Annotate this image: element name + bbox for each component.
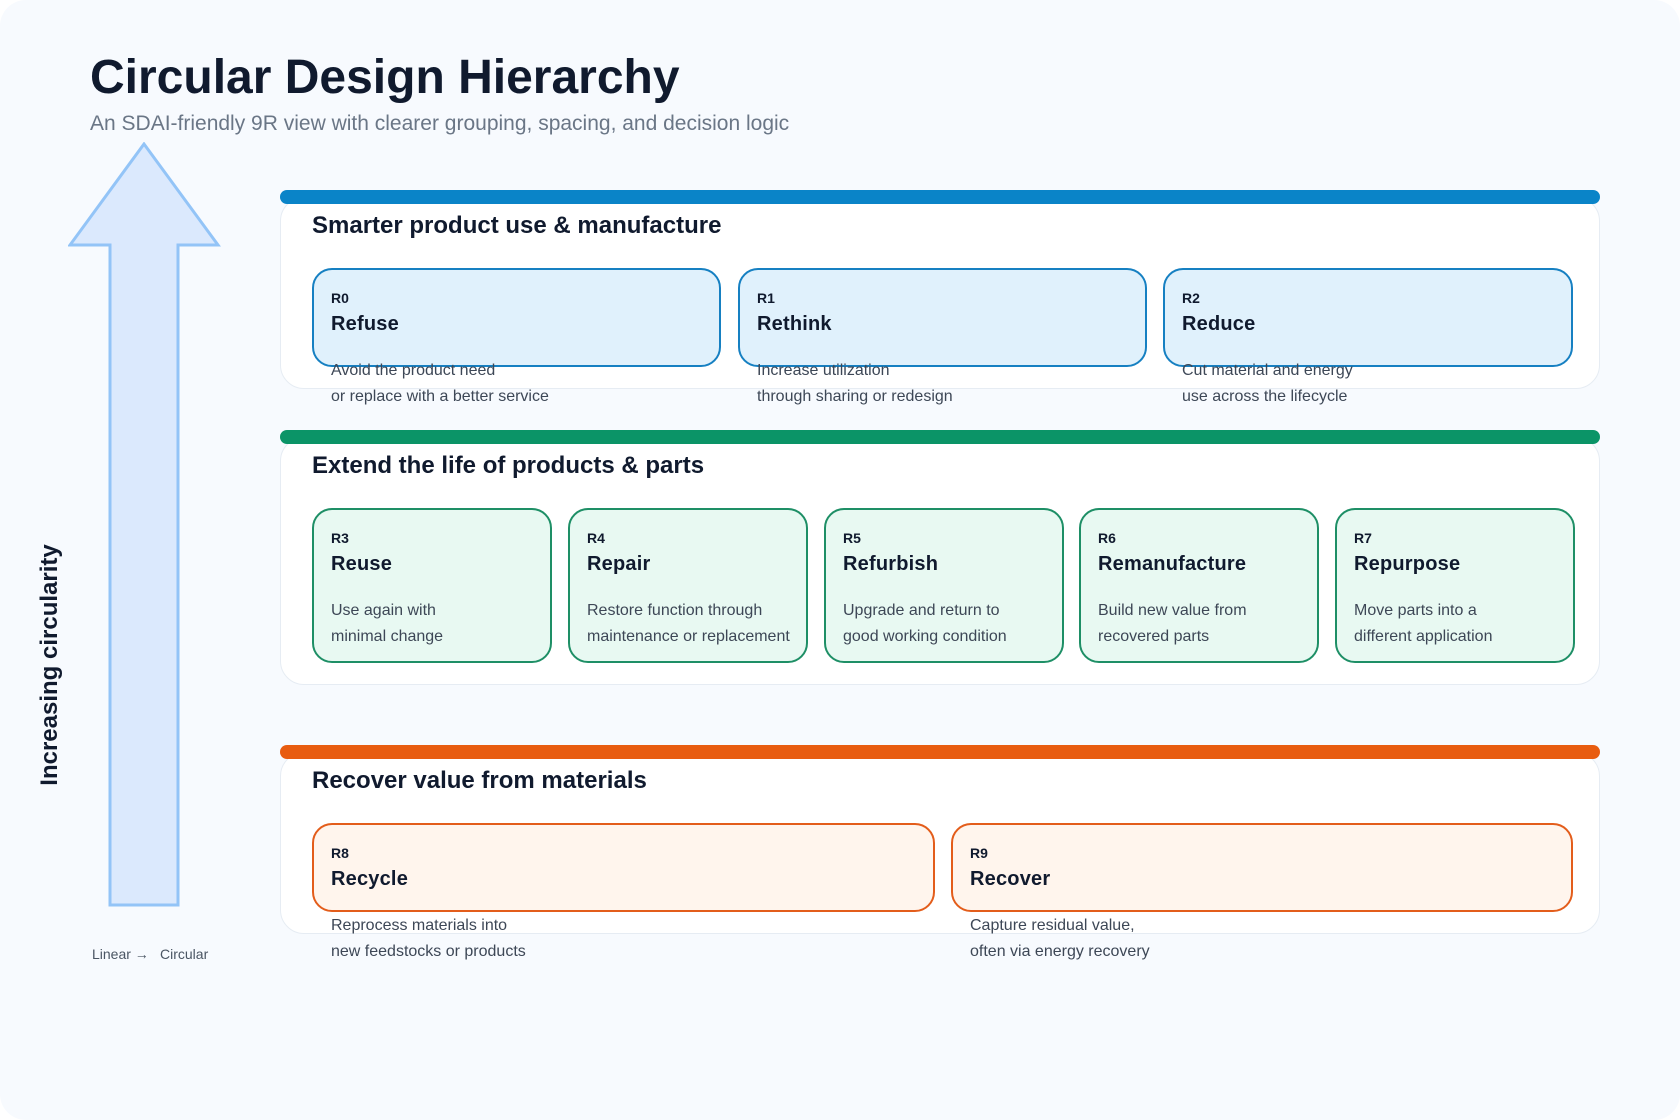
- card-recycle[interactable]: R8 Recycle Reprocess materials into new …: [312, 823, 935, 960]
- card-description-line: Reprocess materials into: [331, 917, 508, 934]
- card-description: Restore function through maintenance or …: [587, 598, 790, 650]
- card-refurbish[interactable]: R5 Refurbish Upgrade and return to good …: [824, 508, 1064, 663]
- card-description-line: use across the lifecycle: [1182, 388, 1348, 405]
- card-recover[interactable]: R9 Recover Capture residual value, often…: [951, 823, 1573, 960]
- card-code: R4: [587, 530, 605, 546]
- card-description-line: Upgrade and return to: [843, 602, 1000, 619]
- card-description-line: often via energy recovery: [970, 943, 1150, 960]
- group-band-green: [280, 430, 1600, 444]
- card-code: R5: [843, 530, 861, 546]
- card-description: Build new value from recovered parts: [1098, 598, 1247, 650]
- card-description-line: Avoid the product need: [331, 362, 496, 379]
- card-description: Use again with minimal change: [331, 598, 443, 650]
- card-description: Cut material and energy use across the l…: [1182, 358, 1353, 410]
- diagram-canvas: Circular Design Hierarchy An SDAI-friend…: [0, 0, 1680, 1120]
- card-description-line: Move parts into a: [1354, 602, 1477, 619]
- card-description: Capture residual value, often via energy…: [970, 913, 1150, 965]
- axis-label: Increasing circularity: [36, 544, 63, 786]
- card-description-line: or replace with a better service: [331, 388, 549, 405]
- card-description: Move parts into a different application: [1354, 598, 1492, 650]
- card-description-line: Capture residual value,: [970, 917, 1135, 934]
- axis-footer-left: Linear →: [92, 946, 149, 962]
- card-code: R2: [1182, 290, 1200, 306]
- circularity-arrow-icon: [68, 142, 221, 907]
- card-name: Remanufacture: [1098, 553, 1247, 575]
- card-description-line: new feedstocks or products: [331, 943, 526, 960]
- card-description-line: good working condition: [843, 628, 1007, 645]
- card-code: R6: [1098, 530, 1116, 546]
- group-recover-value: Recover value from materials R8 Recycle …: [280, 752, 1600, 960]
- card-description-line: Restore function through: [587, 602, 763, 619]
- card-description-line: different application: [1354, 628, 1493, 645]
- group-band-orange: [280, 745, 1600, 759]
- card-name: Reuse: [331, 553, 393, 575]
- card-description-line: minimal change: [331, 628, 444, 645]
- group-title: Smarter product use & manufacture: [312, 212, 722, 239]
- card-description: Upgrade and return to good working condi…: [843, 598, 1007, 650]
- card-code: R1: [757, 290, 775, 306]
- card-description-line: Use again with: [331, 602, 436, 619]
- group-title: Extend the life of products & parts: [312, 452, 705, 479]
- card-description-line: Build new value from: [1098, 602, 1247, 619]
- card-description-line: Increase utilization: [757, 362, 890, 379]
- card-rethink[interactable]: R1 Rethink Increase utilization through …: [738, 268, 1147, 405]
- card-code: R9: [970, 845, 988, 861]
- card-name: Recycle: [331, 868, 409, 890]
- card-description-line: Cut material and energy: [1182, 362, 1353, 379]
- card-name: Rethink: [757, 313, 832, 335]
- card-code: R3: [331, 530, 349, 546]
- card-remanufacture[interactable]: R6 Remanufacture Build new value from re…: [1079, 508, 1319, 663]
- card-name: Reduce: [1182, 313, 1256, 335]
- card-description-line: through sharing or redesign: [757, 388, 953, 405]
- card-name: Recover: [970, 868, 1051, 890]
- card-name: Repurpose: [1354, 553, 1461, 575]
- page-title: Circular Design Hierarchy: [90, 51, 680, 104]
- card-description: Increase utilization through sharing or …: [757, 358, 953, 410]
- card-code: R0: [331, 290, 349, 306]
- card-reuse[interactable]: R3 Reuse Use again with minimal change: [312, 508, 552, 663]
- card-reduce[interactable]: R2 Reduce Cut material and energy use ac…: [1163, 268, 1573, 405]
- card-repair[interactable]: R4 Repair Restore function through maint…: [568, 508, 808, 663]
- card-description: Reprocess materials into new feedstocks …: [331, 913, 526, 965]
- card-name: Repair: [587, 553, 651, 575]
- card-code: R8: [331, 845, 349, 861]
- card-description-line: recovered parts: [1098, 628, 1210, 645]
- card-name: Refuse: [331, 313, 399, 335]
- card-name: Refurbish: [843, 553, 939, 575]
- axis-footer-right: Circular: [160, 946, 209, 962]
- card-refuse[interactable]: R0 Refuse Avoid the product need or repl…: [312, 268, 721, 405]
- card-description-line: maintenance or replacement: [587, 628, 790, 645]
- card-repurpose[interactable]: R7 Repurpose Move parts into a different…: [1335, 508, 1575, 663]
- card-description: Avoid the product need or replace with a…: [331, 358, 549, 410]
- group-extend-life: Extend the life of products & parts R3 R…: [280, 437, 1600, 685]
- card-code: R7: [1354, 530, 1372, 546]
- page-subtitle: An SDAI-friendly 9R view with clearer gr…: [90, 112, 790, 135]
- group-title: Recover value from materials: [312, 767, 647, 794]
- group-band-blue: [280, 190, 1600, 204]
- group-smarter-use: Smarter product use & manufacture R0 Ref…: [280, 197, 1600, 405]
